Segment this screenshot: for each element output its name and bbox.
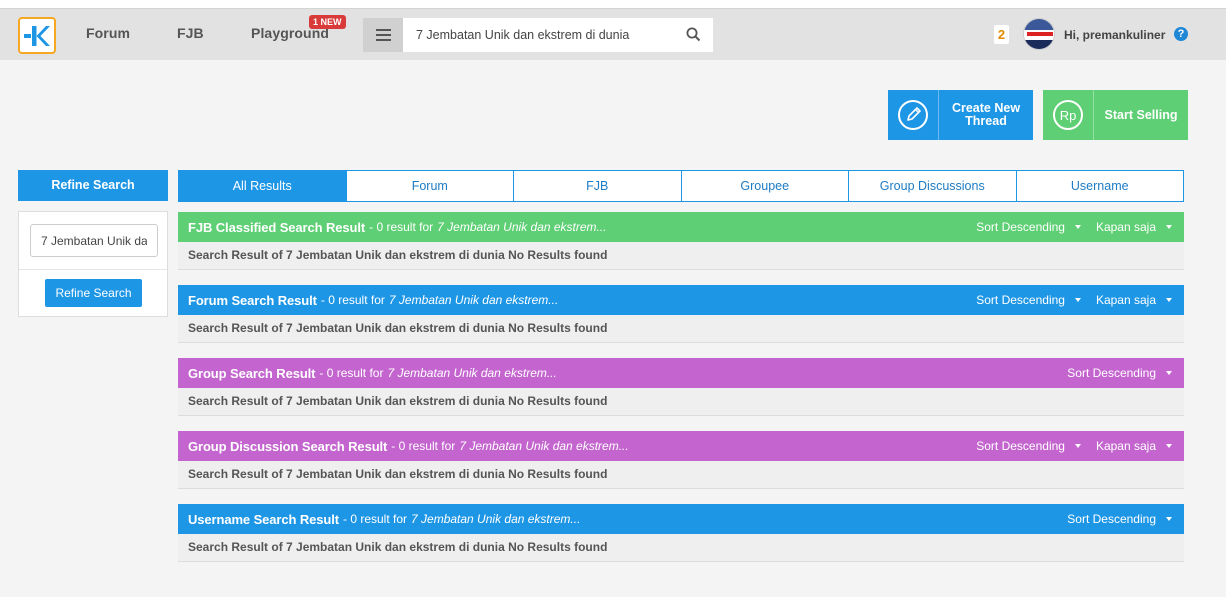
section-body: Search Result of 7 Jembatan Unik dan eks…: [178, 388, 1184, 416]
sort-label: Sort Descending: [976, 439, 1065, 453]
help-icon[interactable]: ?: [1174, 27, 1188, 41]
refine-search-title: Refine Search: [18, 170, 168, 201]
chevron-down-icon: [1074, 444, 1081, 448]
result-tabs: All Results Forum FJB Groupee Group Disc…: [178, 170, 1184, 202]
refine-search-button[interactable]: Refine Search: [45, 279, 142, 307]
tab-forum[interactable]: Forum: [345, 171, 514, 201]
start-selling-label: Start Selling: [1104, 107, 1178, 122]
sort-dropdown[interactable]: Sort Descending: [976, 439, 1081, 453]
pencil-icon: [888, 90, 939, 140]
refine-search-panel: Refine Search: [18, 211, 168, 317]
username-result-section: Username Search Result - 0 result for 7 …: [178, 504, 1184, 562]
section-header: Group Discussion Search Result - 0 resul…: [178, 431, 1184, 461]
top-border: [0, 0, 1226, 9]
top-navbar: Forum FJB Playground 1 NEW 2 Hi, premank…: [0, 9, 1226, 60]
divider: [19, 269, 167, 270]
section-header: Username Search Result - 0 result for 7 …: [178, 504, 1184, 534]
section-count: - 0 result for: [320, 293, 385, 307]
section-body: Search Result of 7 Jembatan Unik dan eks…: [178, 534, 1184, 562]
refine-search-input[interactable]: [30, 224, 158, 257]
section-header: FJB Classified Search Result - 0 result …: [178, 212, 1184, 242]
section-count: - 0 result for: [319, 366, 384, 380]
sort-dropdown[interactable]: Sort Descending: [976, 293, 1081, 307]
time-label: Kapan saja: [1095, 439, 1156, 453]
sort-dropdown[interactable]: Sort Descending: [976, 220, 1081, 234]
section-query: 7 Jembatan Unik dan ekstrem...: [411, 512, 581, 526]
section-query: 7 Jembatan Unik dan ekstrem...: [388, 293, 559, 307]
sort-label: Sort Descending: [1067, 512, 1156, 526]
section-count: - 0 result for: [391, 439, 456, 453]
create-thread-button[interactable]: Create New Thread: [888, 90, 1033, 140]
section-count: - 0 result for: [369, 220, 434, 234]
search-icon[interactable]: [686, 27, 701, 47]
time-dropdown[interactable]: Kapan saja: [1096, 293, 1172, 307]
section-header: Group Search Result - 0 result for 7 Jem…: [178, 358, 1184, 388]
group-result-section: Group Search Result - 0 result for 7 Jem…: [178, 358, 1184, 416]
section-title: Forum Search Result: [188, 292, 317, 308]
section-body: Search Result of 7 Jembatan Unik dan eks…: [178, 242, 1184, 270]
avatar[interactable]: [1023, 18, 1055, 50]
start-selling-button[interactable]: Rp Start Selling: [1043, 90, 1188, 140]
chevron-down-icon: [1166, 444, 1172, 448]
section-body: Search Result of 7 Jembatan Unik dan eks…: [178, 461, 1184, 489]
section-title: Group Search Result: [188, 365, 316, 381]
section-header: Forum Search Result - 0 result for 7 Jem…: [178, 285, 1184, 315]
time-label: Kapan saja: [1095, 220, 1156, 234]
section-body: Search Result of 7 Jembatan Unik dan eks…: [178, 315, 1184, 343]
sort-label: Sort Descending: [976, 293, 1065, 307]
chevron-down-icon: [1166, 371, 1172, 375]
chevron-down-icon: [1166, 298, 1172, 302]
new-badge: 1 NEW: [309, 15, 346, 29]
sort-label: Sort Descending: [1067, 366, 1156, 380]
time-dropdown[interactable]: Kapan saja: [1096, 220, 1172, 234]
section-query: 7 Jembatan Unik dan ekstrem...: [437, 220, 607, 234]
notification-count[interactable]: 2: [994, 25, 1009, 44]
tab-all-results[interactable]: All Results: [179, 171, 346, 201]
tab-groupee[interactable]: Groupee: [680, 171, 849, 201]
fjb-result-section: FJB Classified Search Result - 0 result …: [178, 212, 1184, 270]
search-bar: [403, 18, 713, 52]
rupiah-icon: Rp: [1043, 90, 1094, 140]
section-title: FJB Classified Search Result: [188, 219, 366, 235]
section-query: 7 Jembatan Unik dan ekstrem...: [387, 366, 557, 380]
kaskus-logo-icon[interactable]: [18, 17, 56, 54]
search-input[interactable]: [403, 20, 673, 50]
nav-fjb-link[interactable]: FJB: [177, 25, 204, 41]
nav-forum-link[interactable]: Forum: [86, 25, 130, 41]
section-title: Group Discussion Search Result: [188, 438, 388, 454]
create-thread-label: Create New Thread: [951, 101, 1021, 128]
group-discussion-result-section: Group Discussion Search Result - 0 resul…: [178, 431, 1184, 489]
time-dropdown[interactable]: Kapan saja: [1096, 439, 1172, 453]
sort-dropdown[interactable]: Sort Descending: [1067, 512, 1172, 526]
forum-result-section: Forum Search Result - 0 result for 7 Jem…: [178, 285, 1184, 343]
chevron-down-icon: [1166, 517, 1172, 521]
sort-label: Sort Descending: [976, 220, 1065, 234]
user-greeting[interactable]: Hi, premankuliner: [1064, 28, 1165, 42]
sort-dropdown[interactable]: Sort Descending: [1067, 366, 1172, 380]
chevron-down-icon: [1166, 225, 1172, 229]
section-query: 7 Jembatan Unik dan ekstrem...: [459, 439, 629, 453]
tab-group-discussions[interactable]: Group Discussions: [848, 171, 1016, 201]
section-title: Username Search Result: [188, 511, 339, 527]
tab-username[interactable]: Username: [1015, 171, 1184, 201]
chevron-down-icon: [1074, 298, 1081, 302]
tab-fjb[interactable]: FJB: [513, 171, 681, 201]
hamburger-menu-icon[interactable]: [363, 18, 403, 52]
chevron-down-icon: [1074, 225, 1081, 229]
rupiah-symbol: Rp: [1060, 108, 1077, 123]
section-count: - 0 result for: [342, 512, 408, 526]
time-label: Kapan saja: [1095, 293, 1156, 307]
